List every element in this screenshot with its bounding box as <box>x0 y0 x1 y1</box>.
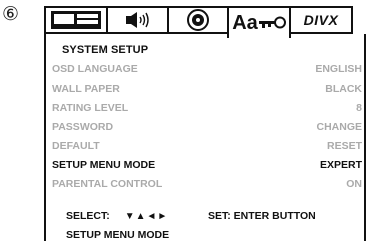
menu-item-wall-paper[interactable]: WALL PAPER BLACK <box>52 83 362 97</box>
select-arrows: ▼▲◄► <box>124 211 169 222</box>
tab-disc-setup[interactable] <box>167 6 229 34</box>
language-text-icon: Aa <box>232 12 258 34</box>
menu-item-value: EXPERT <box>319 159 362 171</box>
disc-icon <box>187 9 209 31</box>
menu-item-label: WALL PAPER <box>52 83 120 95</box>
language-key-icon <box>258 16 286 29</box>
divx-logo-icon: DIVX <box>303 12 339 28</box>
menu-item-value: ENGLISH <box>315 63 362 75</box>
menu-item-label: DEFAULT <box>52 140 100 152</box>
display-setup-icon <box>51 11 101 29</box>
tab-divx-setup[interactable]: DIVX <box>289 6 353 34</box>
page-title: SYSTEM SETUP <box>62 44 149 56</box>
menu-item-label: SETUP MENU MODE <box>52 159 156 171</box>
set-hint: SET: ENTER BUTTON <box>208 210 316 222</box>
menu-item-label: OSD LANGUAGE <box>52 63 138 75</box>
menu-item-label: PARENTAL CONTROL <box>52 178 163 190</box>
menu-item-value: ON <box>346 178 362 190</box>
menu-item-default[interactable]: DEFAULT RESET <box>52 140 362 154</box>
select-hint: SELECT: ▼▲◄► <box>66 210 168 222</box>
tab-display-setup[interactable] <box>44 6 108 34</box>
menu-item-value: BLACK <box>325 83 362 95</box>
menu-item-label: RATING LEVEL <box>52 102 129 114</box>
menu-item-label: PASSWORD <box>52 121 114 133</box>
step-number: ⑥ <box>2 4 20 25</box>
tab-audio-setup[interactable] <box>106 6 169 34</box>
menu-item-value: 8 <box>356 102 362 114</box>
audio-speaker-icon <box>125 12 149 28</box>
select-label: SELECT: <box>66 210 110 222</box>
menu-item-rating-level[interactable]: RATING LEVEL 8 <box>52 102 362 116</box>
menu-item-setup-menu-mode[interactable]: SETUP MENU MODE EXPERT <box>52 159 362 173</box>
status-text: SETUP MENU MODE <box>66 229 170 241</box>
menu-item-password[interactable]: PASSWORD CHANGE <box>52 121 362 135</box>
setup-tab-bar: Aa DIVX <box>44 6 366 38</box>
menu-item-value: CHANGE <box>316 121 362 133</box>
menu-item-parental-control[interactable]: PARENTAL CONTROL ON <box>52 178 362 192</box>
menu-item-value: RESET <box>326 140 362 152</box>
menu-item-osd-language[interactable]: OSD LANGUAGE ENGLISH <box>52 63 362 77</box>
